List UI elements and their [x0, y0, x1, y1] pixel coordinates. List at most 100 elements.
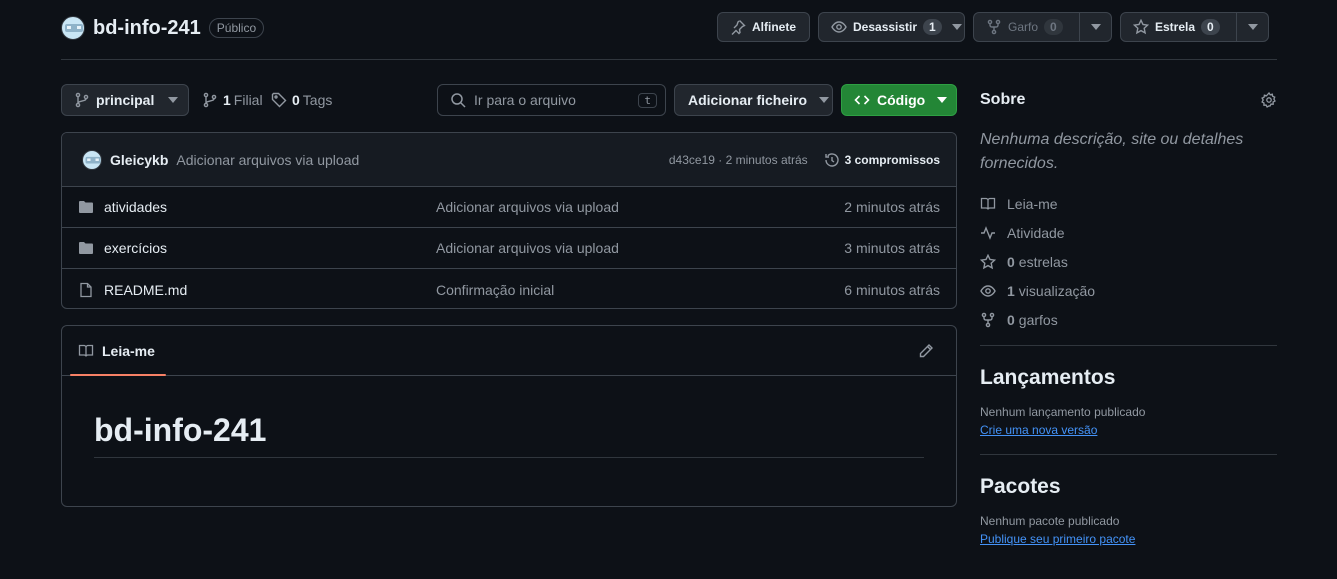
readme-heading: bd-info-241 — [94, 412, 267, 448]
about-links: Leia-me Atividade 0 estrelas 1 visualiza… — [980, 189, 1277, 334]
folder-icon — [78, 199, 94, 215]
commit-author[interactable]: Gleicykb — [110, 152, 168, 168]
fork-icon — [980, 312, 996, 328]
star-icon — [980, 253, 996, 270]
commits-label: 3 compromissos — [844, 152, 940, 167]
add-file-label: Adicionar ficheiro — [688, 92, 808, 108]
sidebar-divider — [980, 454, 1277, 455]
branches-count: 1 — [223, 92, 231, 108]
file-icon — [78, 282, 94, 298]
watch-button[interactable]: Desassistir 1 — [818, 12, 965, 42]
gear-icon[interactable] — [1261, 92, 1277, 108]
folder-icon — [78, 240, 94, 256]
commit-author-avatar[interactable] — [82, 149, 102, 170]
code-label: Código — [877, 92, 926, 108]
eye-icon — [831, 19, 847, 35]
tags-link[interactable]: 0 Tags — [271, 84, 332, 116]
file-date: 2 minutos atrás — [844, 199, 940, 215]
forks-label: garfos — [1018, 311, 1058, 328]
watchers-label: visualização — [1018, 282, 1096, 299]
readme-link[interactable]: Leia-me — [980, 189, 1277, 218]
file-row[interactable]: atividades Adicionar arquivos via upload… — [62, 187, 956, 228]
header-divider — [61, 59, 1277, 60]
watch-label: Desassistir — [853, 20, 918, 34]
fork-button[interactable]: Garfo 0 — [973, 12, 1112, 42]
tag-icon — [271, 92, 287, 108]
file-name[interactable]: exercícios — [104, 240, 436, 256]
chevron-down-icon — [951, 24, 962, 30]
file-commit-message[interactable]: Confirmação inicial — [436, 282, 844, 298]
create-release-link[interactable]: Crie uma nova versão — [980, 423, 1097, 437]
latest-commit-row: Gleicykb Adicionar arquivos via upload d… — [62, 133, 956, 187]
file-search[interactable]: t — [437, 84, 666, 116]
star-icon — [1133, 19, 1149, 35]
pin-icon — [730, 19, 746, 35]
fork-dropdown[interactable] — [1079, 13, 1111, 41]
commit-message[interactable]: Adicionar arquivos via upload — [176, 152, 359, 168]
commits-link[interactable]: 3 compromissos — [824, 152, 940, 168]
tags-label: Tags — [302, 92, 333, 108]
commit-meta[interactable]: d43ce19 · 2 minutos atrás — [669, 153, 808, 167]
chevron-down-icon — [1090, 24, 1101, 30]
pulse-icon — [980, 225, 996, 241]
star-count: 0 — [1201, 19, 1220, 35]
branches-label: Filial — [233, 92, 263, 108]
file-row[interactable]: exercícios Adicionar arquivos via upload… — [62, 228, 956, 269]
chevron-down-icon — [819, 97, 830, 103]
tab-underline — [70, 374, 166, 376]
watchers-link[interactable]: 1 visualização — [980, 276, 1277, 305]
file-commit-message[interactable]: Adicionar arquivos via upload — [436, 240, 844, 256]
star-button[interactable]: Estrela 0 — [1120, 12, 1269, 42]
repo-name-link[interactable]: bd-info-241 — [93, 17, 201, 40]
fork-count: 0 — [1044, 19, 1063, 35]
file-commit-message[interactable]: Adicionar arquivos via upload — [436, 199, 844, 215]
forks-count: 0 — [1007, 311, 1015, 328]
publish-package-link[interactable]: Publique seu primeiro pacote — [980, 532, 1135, 546]
branch-name: principal — [96, 92, 155, 108]
file-name[interactable]: atividades — [104, 199, 436, 215]
code-button[interactable]: Código — [841, 84, 957, 116]
branch-selector[interactable]: principal — [61, 84, 189, 116]
book-icon — [980, 196, 996, 212]
chevron-down-icon — [1247, 24, 1258, 30]
about-description: Nenhuma descrição, site ou detalhes forn… — [980, 131, 1244, 172]
tab-readme[interactable]: Leia-me — [78, 343, 155, 359]
activity-link[interactable]: Atividade — [980, 218, 1277, 247]
file-name[interactable]: README.md — [104, 282, 436, 298]
packages-empty-text: Nenhum pacote publicado — [980, 514, 1120, 528]
readme-heading-rule — [94, 457, 924, 458]
stars-link[interactable]: 0 estrelas — [980, 247, 1277, 276]
chevron-down-icon — [168, 97, 179, 103]
fork-icon — [986, 19, 1002, 35]
tags-count: 0 — [292, 92, 300, 108]
branch-icon — [202, 92, 218, 108]
file-date: 3 minutos atrás — [844, 240, 940, 256]
readme-link-label: Leia-me — [1007, 195, 1058, 212]
readme-tabs: Leia-me — [62, 326, 956, 376]
file-row[interactable]: README.md Confirmação inicial 6 minutos … — [62, 269, 956, 308]
packages-title[interactable]: Pacotes — [980, 475, 1277, 499]
visibility-badge: Público — [208, 18, 265, 38]
book-icon — [78, 343, 94, 359]
pencil-icon[interactable] — [918, 343, 934, 359]
watchers-count: 1 — [1007, 282, 1015, 299]
search-input[interactable] — [474, 92, 634, 108]
forks-link[interactable]: 0 garfos — [980, 305, 1277, 334]
file-table: Gleicykb Adicionar arquivos via upload d… — [61, 132, 957, 309]
chevron-down-icon — [937, 97, 948, 103]
about-header: Sobre — [980, 90, 1277, 110]
releases-title[interactable]: Lançamentos — [980, 366, 1277, 390]
search-icon — [450, 92, 466, 108]
star-dropdown[interactable] — [1236, 13, 1268, 41]
releases-empty-text: Nenhum lançamento publicado — [980, 405, 1146, 419]
pin-button[interactable]: Alfinete — [717, 12, 810, 42]
owner-avatar[interactable] — [61, 16, 85, 40]
file-date: 6 minutos atrás — [844, 281, 940, 298]
branches-link[interactable]: 1 Filial — [202, 84, 263, 116]
sidebar-divider — [980, 345, 1277, 346]
stars-label: estrelas — [1018, 253, 1068, 270]
search-shortcut-key: t — [638, 92, 657, 108]
repo-header: bd-info-241 Público — [61, 14, 265, 42]
about-title: Sobre — [980, 91, 1026, 108]
add-file-button[interactable]: Adicionar ficheiro — [674, 84, 833, 116]
